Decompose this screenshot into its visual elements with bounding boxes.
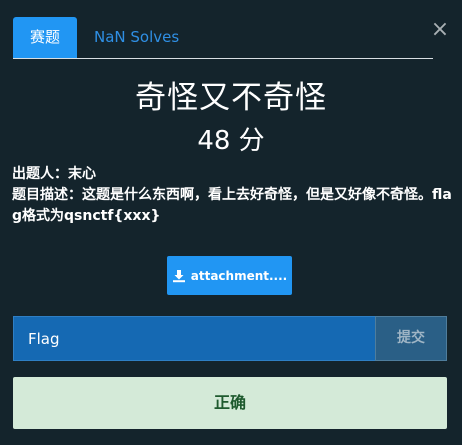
- tab-bar: 赛题 NaN Solves: [13, 17, 433, 59]
- result-message: 正确: [13, 377, 447, 429]
- challenge-value: 48 分: [197, 126, 265, 156]
- attachment-label: attachment....: [190, 268, 288, 283]
- close-icon[interactable]: ×: [430, 18, 450, 42]
- download-icon: [172, 269, 185, 282]
- submit-button[interactable]: 提交: [375, 316, 447, 361]
- challenge-name: 奇怪又不奇怪: [135, 80, 327, 116]
- description-text: 题目描述：这题是什么东西啊，看上去好奇怪，但是又好像不奇怪。flag格式为qsn…: [12, 187, 452, 224]
- tab-solves[interactable]: NaN Solves: [94, 17, 179, 58]
- attachment-download-button[interactable]: attachment....: [167, 256, 292, 295]
- tab-challenge[interactable]: 赛题: [13, 17, 77, 58]
- author-line: 出题人：末心: [12, 166, 96, 182]
- flag-input[interactable]: [13, 316, 375, 361]
- challenge-description: 出题人：末心 题目描述：这题是什么东西啊，看上去好奇怪，但是又好像不奇怪。fla…: [12, 164, 452, 227]
- challenge-modal: 赛题 NaN Solves × 奇怪又不奇怪 48 分 出题人：末心 题目描述：…: [0, 0, 462, 445]
